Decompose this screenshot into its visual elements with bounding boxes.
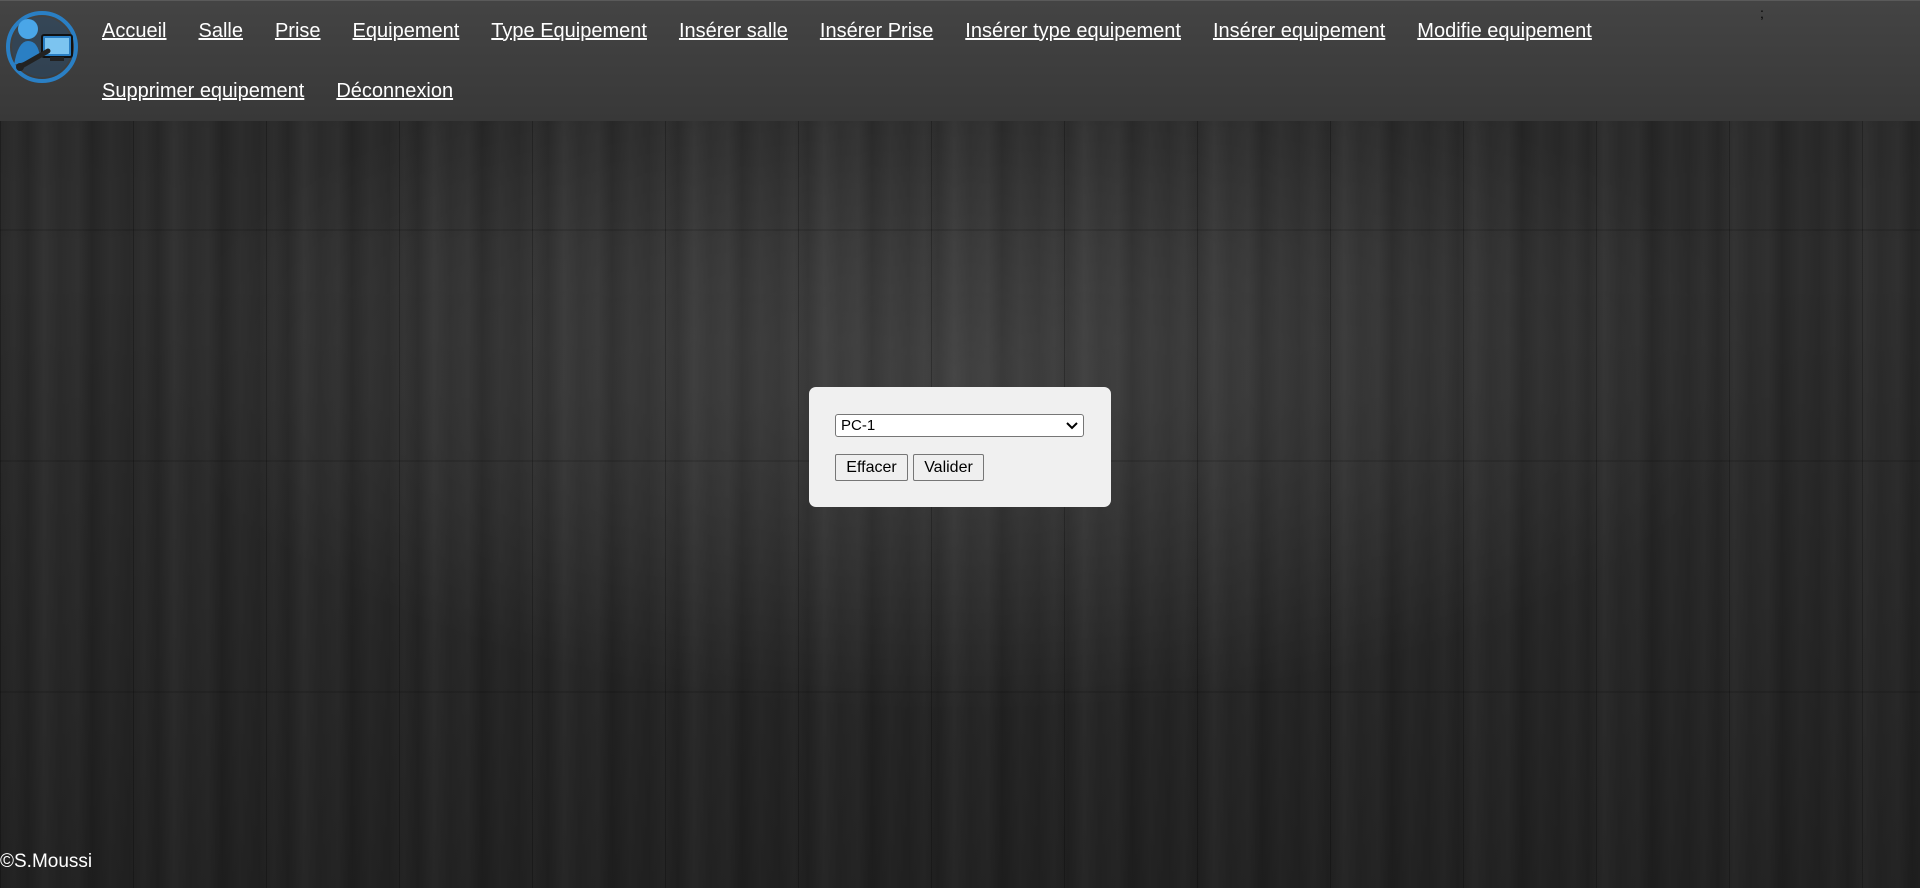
chevron-down-icon xyxy=(1063,417,1081,435)
nav-link-inserer-type-equipement[interactable]: Insérer type equipement xyxy=(965,20,1181,43)
equipment-form-panel: PC-1 Effacer Valider xyxy=(809,387,1111,507)
nav-link-salle[interactable]: Salle xyxy=(198,20,242,43)
nav-link-inserer-salle[interactable]: Insérer salle xyxy=(679,20,788,43)
equipment-select[interactable]: PC-1 xyxy=(835,414,1084,437)
stray-semicolon: ; xyxy=(1760,5,1764,21)
nav-link-inserer-prise[interactable]: Insérer Prise xyxy=(820,20,933,43)
nav-link-equipement[interactable]: Equipement xyxy=(353,20,460,43)
nav-link-accueil[interactable]: Accueil xyxy=(102,20,166,43)
nav-link-inserer-equipement[interactable]: Insérer equipement xyxy=(1213,20,1385,43)
nav-link-modifie-equipement[interactable]: Modifie equipement xyxy=(1417,20,1592,43)
footer-copyright: ©S.Moussi xyxy=(0,851,93,872)
nav-row-2: Supprimer equipement Déconnexion xyxy=(86,61,1886,121)
clear-button[interactable]: Effacer xyxy=(835,454,908,481)
nav-link-type-equipement[interactable]: Type Equipement xyxy=(491,20,647,43)
app-logo-icon[interactable] xyxy=(4,7,80,83)
submit-button[interactable]: Valider xyxy=(913,454,984,481)
equipment-select-value: PC-1 xyxy=(841,417,876,434)
top-navbar: Accueil Salle Prise Equipement Type Equi… xyxy=(0,0,1920,121)
nav-link-prise[interactable]: Prise xyxy=(275,20,321,43)
nav-row-1: Accueil Salle Prise Equipement Type Equi… xyxy=(86,1,1886,61)
nav-links: Accueil Salle Prise Equipement Type Equi… xyxy=(86,1,1886,121)
nav-link-deconnexion[interactable]: Déconnexion xyxy=(336,80,453,103)
nav-link-supprimer-equipement[interactable]: Supprimer equipement xyxy=(102,80,304,103)
